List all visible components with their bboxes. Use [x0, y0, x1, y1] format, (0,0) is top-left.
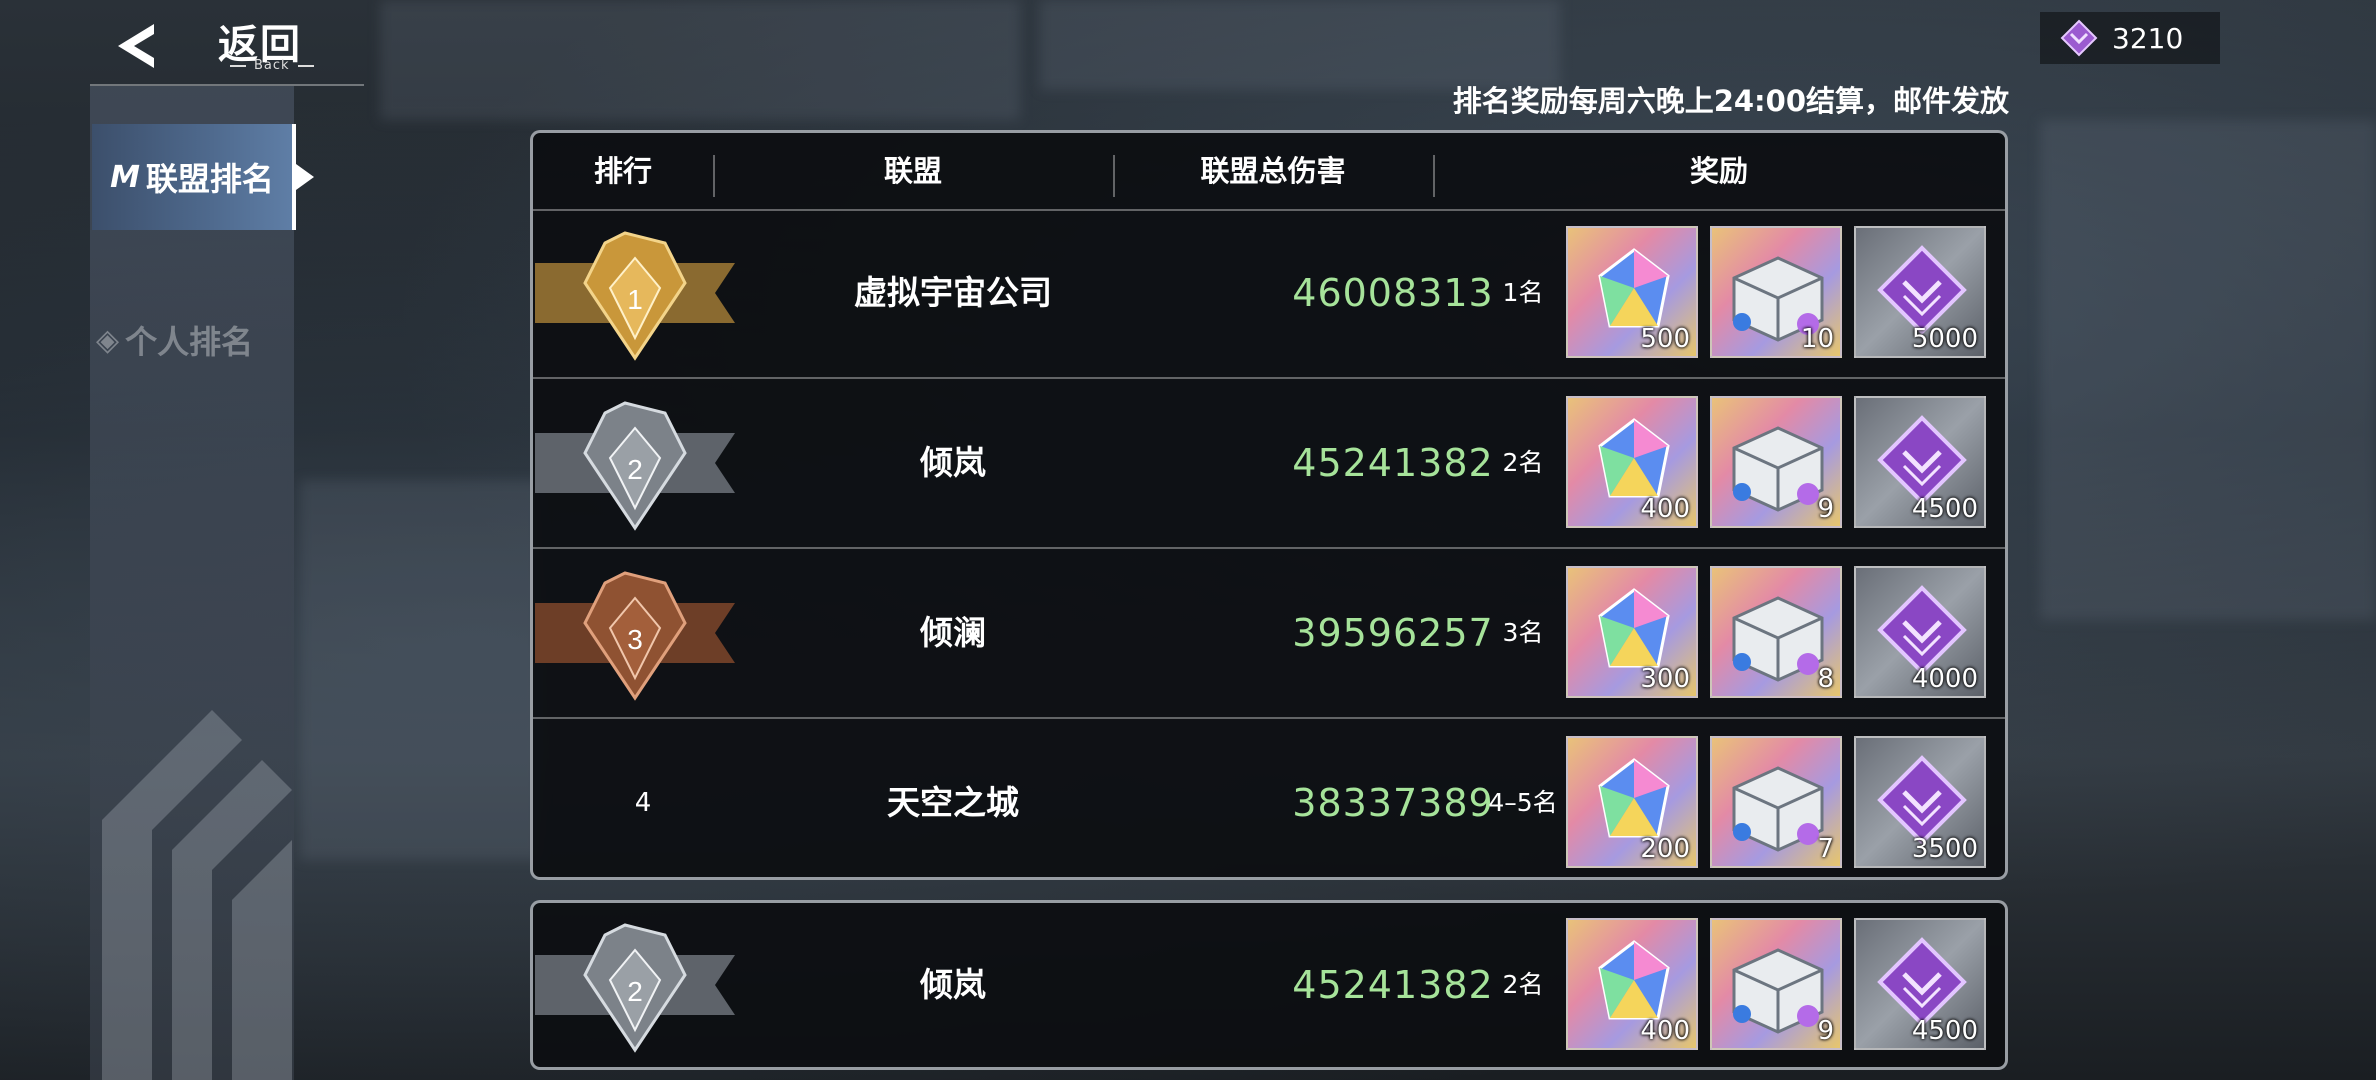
alliance-name: 倾岚 — [920, 965, 986, 1004]
silver-rank-badge-icon: 2 — [535, 401, 735, 531]
table-row[interactable]: 1 虚拟宇宙公司 46008313 1名 500 10 5000 — [533, 209, 2005, 379]
reward-item-rainbow-gem[interactable]: 200 — [1566, 736, 1698, 868]
reward-item-rainbow-gem[interactable]: 400 — [1566, 918, 1698, 1050]
reward-item-purple-crystal[interactable]: 5000 — [1854, 226, 1986, 358]
alliance-name: 天空之城 — [887, 783, 1019, 822]
reward-quantity: 8 — [1817, 664, 1834, 694]
column-header-alliance: 联盟 — [883, 154, 942, 188]
purple-crystal-icon — [2060, 19, 2098, 57]
reward-item-supply-box[interactable]: 8 — [1710, 566, 1842, 698]
reward-quantity: 9 — [1817, 494, 1834, 524]
reward-item-rainbow-gem[interactable]: 300 — [1566, 566, 1698, 698]
reward-quantity: 5000 — [1911, 324, 1978, 354]
personal-rank-icon: ◈ — [96, 322, 120, 358]
reward-list: 400 9 4500 — [1566, 396, 1986, 528]
reward-quantity: 4500 — [1911, 494, 1978, 524]
back-button-sublabel: Back — [222, 58, 322, 73]
reward-quantity: 9 — [1817, 1016, 1834, 1046]
svg-text:2: 2 — [627, 454, 643, 485]
reward-list: 500 10 5000 — [1566, 226, 1986, 358]
reward-item-supply-box[interactable]: 10 — [1710, 226, 1842, 358]
tab-selected-arrow-icon — [296, 164, 314, 190]
reward-list: 300 8 4000 — [1566, 566, 1986, 698]
reward-quantity: 400 — [1640, 1016, 1690, 1046]
tab-label: 个人排名 — [125, 323, 254, 361]
tab-label: 联盟排名 — [145, 160, 274, 198]
bronze-rank-badge-icon: 3 — [535, 571, 735, 701]
reward-item-rainbow-gem[interactable]: 500 — [1566, 226, 1698, 358]
reward-quantity: 400 — [1640, 494, 1690, 524]
reward-item-supply-box[interactable]: 9 — [1710, 396, 1842, 528]
currency-display: 3210 — [2040, 12, 2220, 64]
reward-quantity: 10 — [1800, 324, 1834, 354]
my-rank-row[interactable]: 2 倾岚 45241382 2名 400 9 4500 — [533, 901, 2005, 1069]
gold-rank-badge-icon: 1 — [535, 231, 735, 361]
my-alliance-rank-panel: 2 倾岚 45241382 2名 400 9 4500 — [530, 900, 2008, 1070]
reward-quantity: 200 — [1640, 834, 1690, 864]
silver-rank-badge-icon: 2 — [535, 923, 735, 1053]
alliance-name: 倾澜 — [920, 613, 986, 652]
reward-item-purple-crystal[interactable]: 4500 — [1854, 918, 1986, 1050]
reward-item-supply-box[interactable]: 7 — [1710, 736, 1842, 868]
currency-value: 3210 — [2112, 21, 2184, 55]
svg-text:3: 3 — [627, 624, 643, 655]
reward-item-purple-crystal[interactable]: 4000 — [1854, 566, 1986, 698]
column-header-rewards: 奖励 — [1689, 154, 1748, 188]
reward-list: 200 7 3500 — [1566, 736, 1986, 868]
reward-item-rainbow-gem[interactable]: 400 — [1566, 396, 1698, 528]
alliance-m-icon: M — [110, 159, 140, 195]
bg-scenery — [1040, 0, 1560, 90]
reward-item-purple-crystal[interactable]: 4500 — [1854, 396, 1986, 528]
svg-text:1: 1 — [627, 284, 643, 315]
reward-item-supply-box[interactable]: 9 — [1710, 918, 1842, 1050]
rank-number: 4 — [634, 788, 652, 818]
tab-alliance-ranking[interactable]: M 联盟排名 — [92, 124, 296, 230]
alliance-name: 倾岚 — [920, 443, 986, 482]
column-header-damage: 联盟总伤害 — [1200, 154, 1346, 188]
back-arrow-icon[interactable] — [110, 18, 166, 74]
bg-scenery — [380, 0, 1020, 120]
reward-quantity: 4500 — [1911, 1016, 1978, 1046]
reward-quantity: 3500 — [1911, 834, 1978, 864]
svg-text:2: 2 — [627, 976, 643, 1007]
table-row[interactable]: 3 倾澜 39596257 3名 300 8 4000 — [533, 549, 2005, 719]
bg-scenery — [300, 480, 540, 860]
column-header-rank: 排行 — [593, 154, 652, 188]
table-header: 排行 联盟 联盟总伤害 奖励 — [533, 133, 2005, 211]
settlement-notice: 排名奖励每周六晚上24:00结算，邮件发放 — [1452, 84, 2009, 118]
ranking-table: 排行 联盟 联盟总伤害 奖励 1 虚拟宇宙公司 46008313 1名 500 … — [530, 130, 2008, 880]
table-row[interactable]: 4 天空之城 38337389 4–5名 200 7 3500 — [533, 719, 2005, 887]
reward-quantity: 500 — [1640, 324, 1690, 354]
reward-quantity: 300 — [1640, 664, 1690, 694]
alliance-name: 虚拟宇宙公司 — [854, 273, 1052, 312]
bg-scenery — [2040, 120, 2376, 620]
sidebar-emblem-icon — [102, 710, 292, 1080]
reward-quantity: 4000 — [1911, 664, 1978, 694]
top-bar: 返回 Back — [0, 0, 365, 86]
reward-quantity: 7 — [1817, 834, 1834, 864]
table-row[interactable]: 2 倾岚 45241382 2名 400 9 4500 — [533, 379, 2005, 549]
reward-item-purple-crystal[interactable]: 3500 — [1854, 736, 1986, 868]
tab-personal-ranking[interactable]: ◈ 个人排名 — [96, 315, 296, 365]
reward-list: 400 9 4500 — [1566, 918, 1986, 1050]
